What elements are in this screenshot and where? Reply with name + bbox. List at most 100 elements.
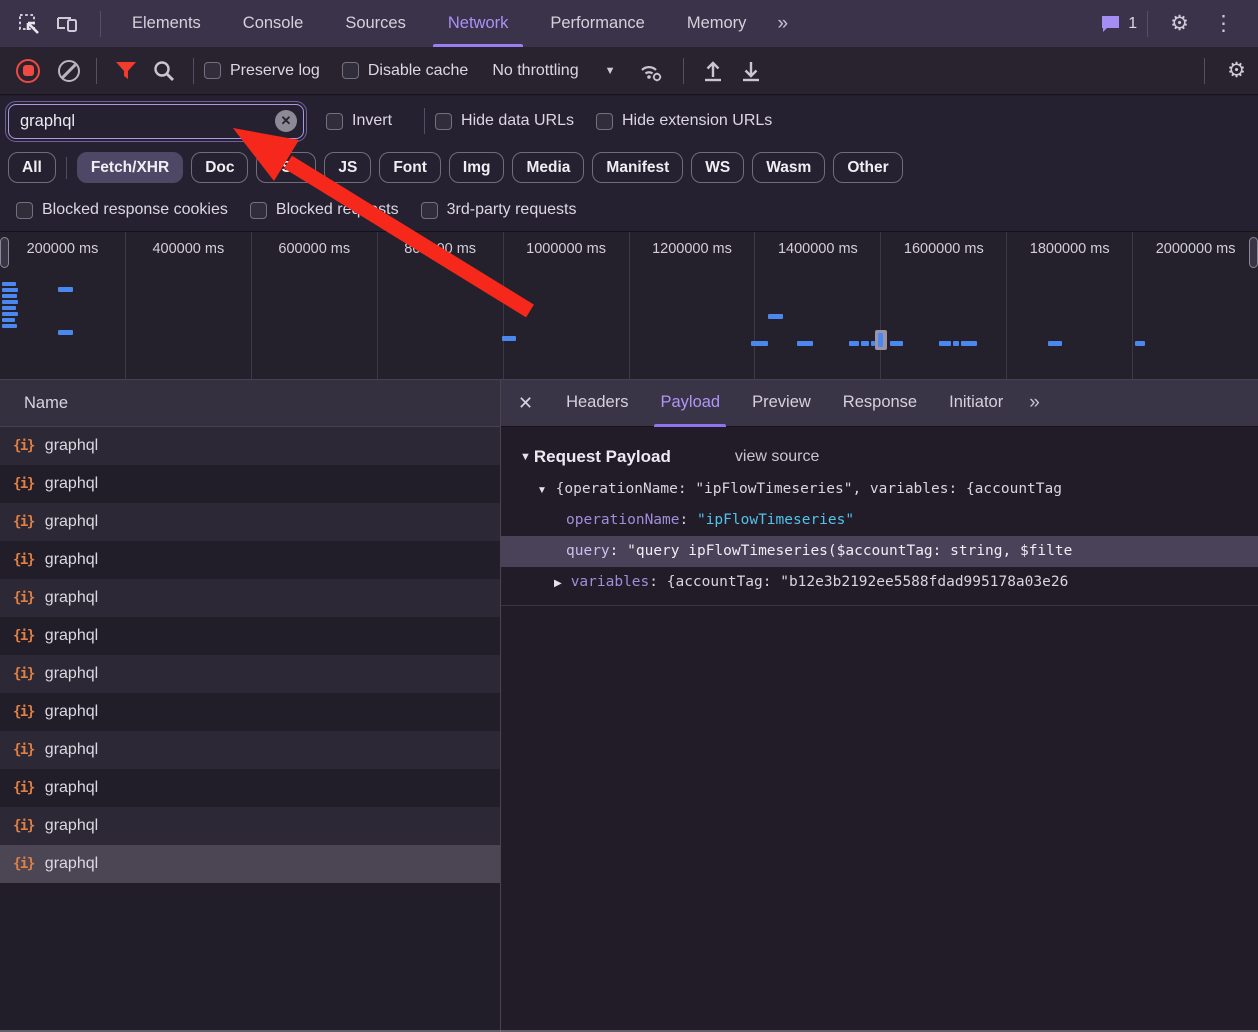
tab-console[interactable]: Console: [222, 0, 325, 47]
request-details-panel: ✕ HeadersPayloadPreviewResponseInitiator…: [501, 380, 1258, 1032]
chip-doc[interactable]: Doc: [191, 152, 248, 183]
chip-manifest[interactable]: Manifest: [592, 152, 683, 183]
checkbox: [435, 113, 452, 130]
tab-sources[interactable]: Sources: [324, 0, 427, 47]
tab-memory[interactable]: Memory: [666, 0, 768, 47]
request-name: graphql: [45, 779, 98, 797]
request-bar: [2, 300, 18, 304]
request-bar: [2, 288, 18, 292]
network-conditions-icon[interactable]: [637, 59, 665, 83]
payload-variables-line[interactable]: ▶variables: {accountTag: "b12e3b2192ee55…: [501, 567, 1258, 598]
divider: [96, 58, 97, 84]
table-row[interactable]: {i}graphql: [0, 503, 500, 541]
tab-performance[interactable]: Performance: [529, 0, 665, 47]
clear-network-log-icon[interactable]: [58, 60, 80, 82]
network-overview-timeline[interactable]: 200000 ms400000 ms600000 ms800000 ms1000…: [0, 231, 1258, 380]
request-name: graphql: [45, 589, 98, 607]
timeline-right-handle[interactable]: [1249, 237, 1258, 268]
chip-img[interactable]: Img: [449, 152, 505, 183]
tab-headers[interactable]: Headers: [550, 380, 644, 427]
chip-media[interactable]: Media: [512, 152, 584, 183]
checkbox-label: 3rd-party requests: [447, 201, 577, 219]
tab-elements[interactable]: Elements: [111, 0, 222, 47]
timeline-left-handle[interactable]: [0, 237, 9, 268]
request-payload-section[interactable]: ▼ Request Payload view source: [501, 440, 1258, 474]
chip-js[interactable]: JS: [324, 152, 371, 183]
table-row[interactable]: {i}graphql: [0, 845, 500, 883]
json-braces-icon: {i}: [13, 856, 34, 872]
chip-css[interactable]: CSS: [256, 152, 316, 183]
blocked-response-cookies-checkbox[interactable]: Blocked response cookies: [16, 201, 228, 219]
disable-cache-checkbox[interactable]: Disable cache: [342, 62, 469, 80]
filter-value: graphql: [9, 112, 75, 131]
hide-extension-urls-checkbox[interactable]: Hide extension URLs: [596, 112, 772, 130]
chip-wasm[interactable]: Wasm: [752, 152, 825, 183]
chip-fetch-xhr[interactable]: Fetch/XHR: [77, 152, 183, 183]
table-row[interactable]: {i}graphql: [0, 731, 500, 769]
tab-response[interactable]: Response: [827, 380, 933, 427]
issues-counter[interactable]: 1: [1100, 14, 1137, 34]
json-braces-icon: {i}: [13, 476, 34, 492]
search-icon[interactable]: [153, 60, 175, 82]
clear-filter-icon[interactable]: ✕: [275, 110, 297, 132]
throttling-select[interactable]: No throttling ▼: [492, 62, 615, 80]
divider: [100, 11, 101, 37]
chip-all[interactable]: All: [8, 152, 56, 183]
inspect-element-icon[interactable]: [14, 9, 44, 39]
invert-checkbox[interactable]: Invert: [326, 112, 392, 130]
filter-text-input[interactable]: graphql ✕: [8, 104, 304, 139]
filter-icon[interactable]: [115, 61, 137, 81]
table-row[interactable]: {i}graphql: [0, 617, 500, 655]
devtools-window: ElementsConsoleSourcesNetworkPerformance…: [0, 0, 1258, 1032]
checkbox: [596, 113, 613, 130]
export-har-icon[interactable]: [740, 59, 762, 83]
table-row[interactable]: {i}graphql: [0, 541, 500, 579]
chip-other[interactable]: Other: [833, 152, 902, 183]
name-column-header[interactable]: Name: [0, 380, 500, 427]
close-details-icon[interactable]: ✕: [501, 393, 550, 414]
hide-data-urls-checkbox[interactable]: Hide data URLs: [435, 112, 574, 130]
table-row[interactable]: {i}graphql: [0, 655, 500, 693]
table-row[interactable]: {i}graphql: [0, 693, 500, 731]
requests-list: {i}graphql{i}graphql{i}graphql{i}graphql…: [0, 427, 500, 883]
preserve-log-checkbox[interactable]: Preserve log: [204, 62, 320, 80]
divider: [66, 157, 67, 179]
tab-preview[interactable]: Preview: [736, 380, 827, 427]
view-source-link[interactable]: view source: [735, 448, 819, 466]
payload-root-line[interactable]: ▼ {operationName: "ipFlowTimeseries", va…: [501, 474, 1258, 505]
more-tabs-icon[interactable]: »: [767, 13, 796, 35]
record-button[interactable]: [16, 59, 40, 83]
checkbox: [421, 202, 438, 219]
payload-root-text: {operationName: "ipFlowTimeseries", vari…: [556, 481, 1062, 497]
payload-operation-line[interactable]: operationName: "ipFlowTimeseries": [501, 505, 1258, 536]
table-row[interactable]: {i}graphql: [0, 427, 500, 465]
timeline-tick: 1200000 ms: [629, 232, 755, 379]
3rd-party-requests-checkbox[interactable]: 3rd-party requests: [421, 201, 577, 219]
timeline-tick: 800000 ms: [377, 232, 503, 379]
selected-request-bar: [878, 333, 883, 347]
network-settings-gear-icon[interactable]: ⚙: [1215, 58, 1258, 83]
tab-payload[interactable]: Payload: [644, 380, 736, 427]
settings-gear-icon[interactable]: ⚙: [1158, 11, 1201, 36]
request-bar: [2, 312, 18, 316]
tab-network[interactable]: Network: [427, 0, 530, 47]
table-row[interactable]: {i}graphql: [0, 807, 500, 845]
device-toolbar-icon[interactable]: [52, 9, 82, 39]
import-har-icon[interactable]: [702, 59, 724, 83]
checkbox: [326, 113, 343, 130]
json-braces-icon: {i}: [13, 590, 34, 606]
details-more-tabs-icon[interactable]: »: [1019, 392, 1048, 414]
table-row[interactable]: {i}graphql: [0, 465, 500, 503]
blocked-requests-checkbox[interactable]: Blocked requests: [250, 201, 399, 219]
kebab-menu-icon[interactable]: ⋮: [1201, 11, 1246, 36]
message-icon: [1100, 14, 1121, 34]
chip-ws[interactable]: WS: [691, 152, 744, 183]
chip-font[interactable]: Font: [379, 152, 441, 183]
table-row[interactable]: {i} graphql: [0, 579, 500, 617]
tab-initiator[interactable]: Initiator: [933, 380, 1019, 427]
chevron-down-icon: ▼: [605, 65, 616, 77]
request-bar: [2, 318, 15, 322]
table-row[interactable]: {i}graphql: [0, 769, 500, 807]
payload-query-line-selected[interactable]: query: "query ipFlowTimeseries($accountT…: [501, 536, 1258, 567]
timeline-tick: 1600000 ms: [880, 232, 1006, 379]
